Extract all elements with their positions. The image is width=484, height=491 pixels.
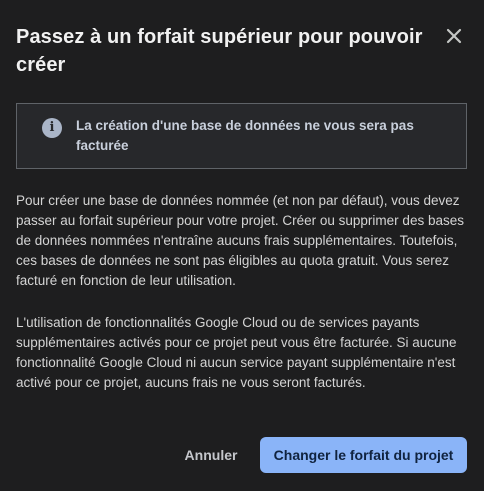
cancel-button[interactable]: Annuler <box>180 437 242 473</box>
close-icon <box>446 28 462 44</box>
upgrade-dialog: Passez à un forfait supérieur pour pouvo… <box>0 0 484 491</box>
info-icon-glyph: i <box>49 120 55 135</box>
billing-paragraph: L'utilisation de fonctionnalités Google … <box>16 315 457 390</box>
description-paragraph: Pour créer une base de données nommée (e… <box>16 193 464 288</box>
dialog-title: Passez à un forfait supérieur pour pouvo… <box>16 26 423 76</box>
close-button[interactable] <box>442 24 466 48</box>
upgrade-plan-button[interactable]: Changer le forfait du projet <box>260 437 467 473</box>
billing-notice: i La création d'une base de données ne v… <box>16 103 467 169</box>
notice-text: La création d'une base de données ne vou… <box>76 118 414 153</box>
info-icon: i <box>42 118 62 138</box>
